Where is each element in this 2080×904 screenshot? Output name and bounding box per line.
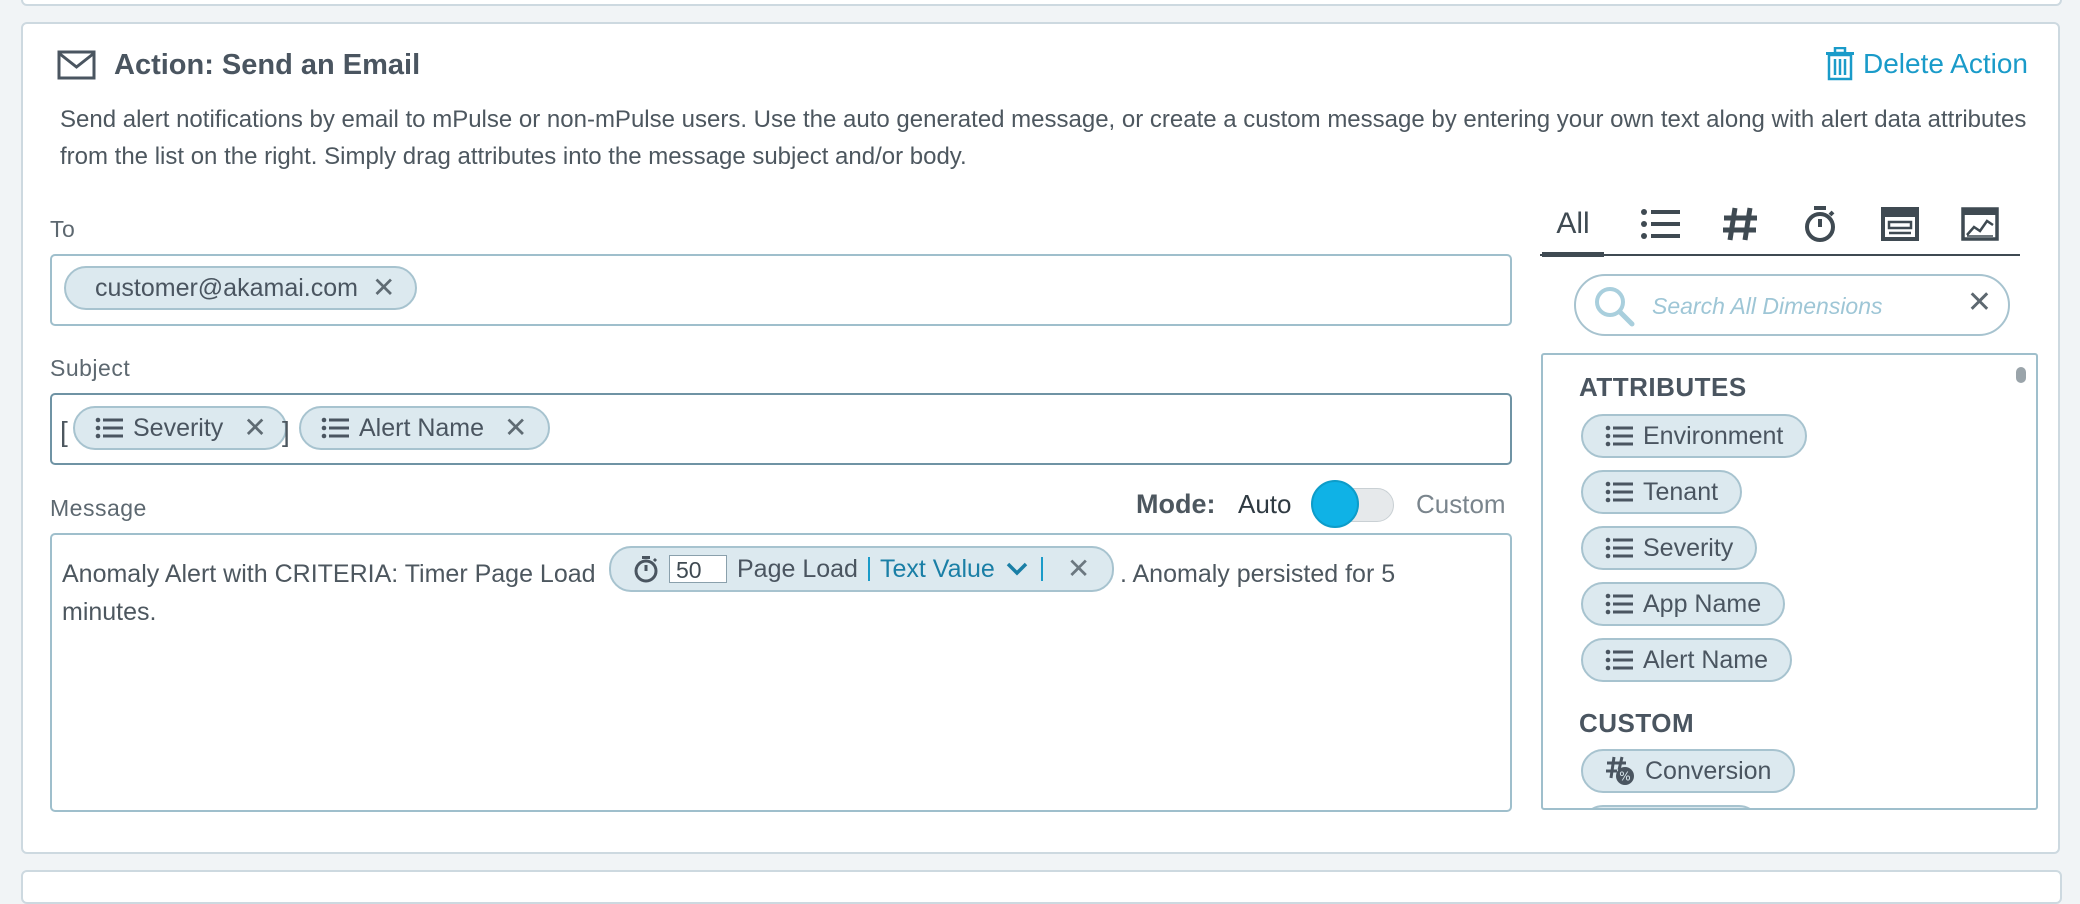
timer-value-input[interactable]: 50 xyxy=(669,555,727,583)
subject-token-label: Severity xyxy=(133,413,224,442)
dimension-item-label: Alert Name xyxy=(1643,645,1769,674)
action-title: Action: Send an Email xyxy=(114,49,421,81)
timer-token-name: Page Load xyxy=(737,554,858,583)
message-timer-token[interactable]: 50 Page Load Text Value ✕ xyxy=(609,546,1115,592)
mode-custom-option[interactable]: Custom xyxy=(1416,489,1506,520)
tab-timers[interactable] xyxy=(1790,196,1850,252)
conversion-icon: % xyxy=(1606,756,1634,785)
chart-icon xyxy=(1961,207,1999,241)
tab-pages[interactable] xyxy=(1870,196,1930,252)
previous-panel-edge xyxy=(21,0,2062,6)
dimension-item-label: Tenant xyxy=(1643,477,1719,506)
recipient-chip[interactable]: customer@akamai.com ✕ xyxy=(64,266,418,310)
dimension-item-app-name[interactable]: App Name xyxy=(1581,582,1786,626)
remove-token-icon[interactable]: ✕ xyxy=(504,414,527,442)
chevron-down-icon[interactable] xyxy=(1005,561,1029,577)
subject-token-alert-name[interactable]: Alert Name ✕ xyxy=(299,406,550,450)
tab-attributes[interactable] xyxy=(1630,196,1690,252)
timer-icon xyxy=(634,556,658,583)
dimension-item-label: App Name xyxy=(1643,589,1762,618)
mode-label: Mode: xyxy=(1136,489,1216,519)
message-text-start: Anomaly Alert with CRITERIA: Timer Page … xyxy=(62,560,596,588)
mode-auto-option[interactable]: Auto xyxy=(1238,489,1292,520)
tab-charts[interactable] xyxy=(1950,196,2010,252)
dimension-item-label: Severity xyxy=(1643,533,1734,562)
scrollbar-thumb[interactable] xyxy=(2016,367,2026,383)
subject-token-severity[interactable]: Severity ✕ xyxy=(73,406,287,450)
tab-all[interactable]: All xyxy=(1542,196,1604,257)
remove-token-icon[interactable]: ✕ xyxy=(243,414,266,442)
list-icon xyxy=(1605,649,1633,671)
dimension-item-label: Conversion xyxy=(1645,756,1772,785)
subject-label: Subject xyxy=(50,355,131,381)
search-icon xyxy=(1595,287,1635,327)
action-description: Send alert notifications by email to mPu… xyxy=(60,106,2027,170)
list-icon xyxy=(1605,593,1633,615)
dimension-search-input[interactable] xyxy=(1650,288,1954,324)
dimension-item-label: Environment xyxy=(1643,421,1784,450)
token-divider xyxy=(1040,557,1043,581)
remove-token-icon[interactable]: ✕ xyxy=(1067,555,1090,583)
next-panel-edge xyxy=(21,870,2062,904)
dimension-item-partial[interactable] xyxy=(1581,805,1761,808)
token-format-dropdown[interactable]: Text Value xyxy=(880,555,995,584)
svg-text:%: % xyxy=(1619,770,1630,784)
subject-token-label: Alert Name xyxy=(359,413,485,442)
envelope-icon xyxy=(57,50,96,80)
hash-icon xyxy=(1723,207,1757,241)
message-text-line2: minutes. xyxy=(62,598,157,626)
page-icon xyxy=(1881,207,1919,241)
dimension-search: ✕ xyxy=(1574,274,2010,336)
dimension-tabs: All xyxy=(1540,196,2020,257)
list-icon xyxy=(1605,425,1633,447)
dimension-item-conversion[interactable]: % Conversion xyxy=(1581,749,1796,793)
clear-search-icon[interactable]: ✕ xyxy=(1967,288,1992,318)
trash-icon xyxy=(1826,47,1854,81)
delete-action-label: Delete Action xyxy=(1863,48,2028,79)
subject-open-bracket: [ xyxy=(60,416,68,447)
remove-recipient-icon[interactable]: ✕ xyxy=(372,274,395,302)
list-icon xyxy=(95,417,123,439)
list-icon xyxy=(1605,537,1633,559)
list-icon xyxy=(321,417,349,439)
dimension-list[interactable]: ATTRIBUTES Environment Tenant Severity A… xyxy=(1541,353,2038,810)
dimension-item-tenant[interactable]: Tenant xyxy=(1581,470,1743,514)
custom-section-title: CUSTOM xyxy=(1579,708,1695,738)
token-divider xyxy=(867,557,870,581)
message-label: Message xyxy=(50,495,147,521)
recipient-email: customer@akamai.com xyxy=(95,273,358,302)
list-icon xyxy=(1641,209,1680,239)
dimension-item-alert-name[interactable]: Alert Name xyxy=(1581,638,1793,682)
tab-metrics[interactable] xyxy=(1710,196,1770,252)
delete-action-button[interactable]: Delete Action xyxy=(1825,47,2028,81)
mode-toggle-knob[interactable] xyxy=(1311,480,1359,528)
dimension-item-environment[interactable]: Environment xyxy=(1581,414,1808,458)
to-label: To xyxy=(50,216,76,242)
list-icon xyxy=(1605,481,1633,503)
dimension-item-severity[interactable]: Severity xyxy=(1581,526,1758,570)
subject-close-bracket: ] xyxy=(282,416,290,447)
message-text-end: . Anomaly persisted for 5 xyxy=(1120,560,1396,588)
timer-icon xyxy=(1805,206,1835,242)
attributes-section-title: ATTRIBUTES xyxy=(1579,372,1747,402)
